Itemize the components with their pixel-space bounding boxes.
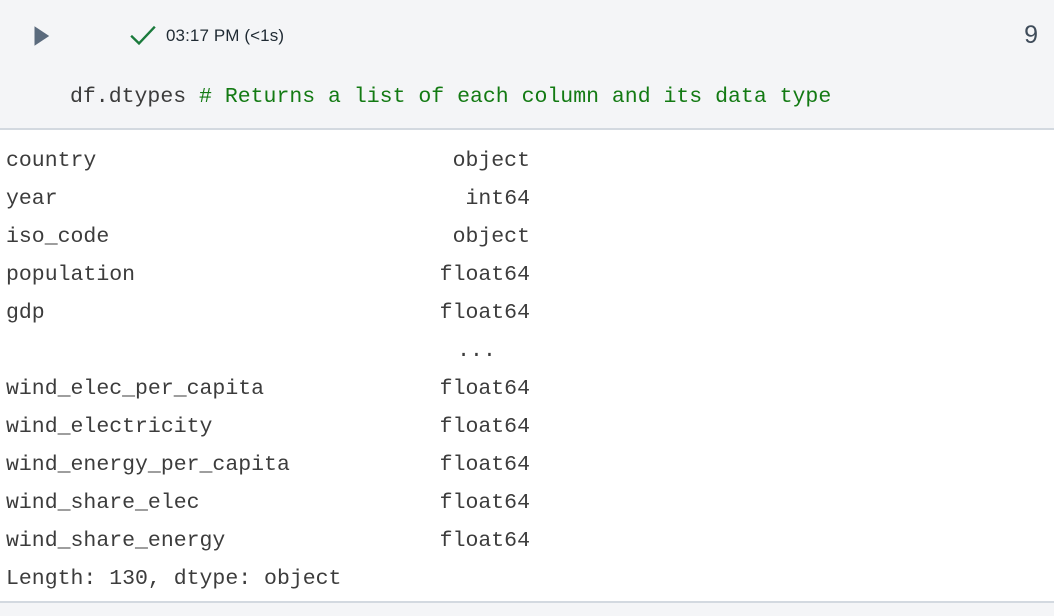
dtype-row-column-name: wind_share_energy	[6, 529, 226, 553]
dtype-row: gdp float64	[6, 294, 530, 332]
cell-output-area: country object year int64 iso_code object popu…	[0, 132, 1054, 601]
dtype-row-column-name: iso_code	[6, 225, 110, 249]
dtype-row: country object	[6, 142, 530, 180]
dtype-row-value: float64	[439, 301, 530, 325]
cell-source-code[interactable]: df.dtypes # Returns a list of each colum…	[70, 82, 831, 112]
dtype-row-truncation-ellipsis: ...	[457, 339, 496, 363]
cell-footer-divider	[0, 601, 1054, 616]
dtype-row-column-name: gdp	[6, 301, 45, 325]
dtype-row-column-name: wind_electricity	[6, 415, 213, 439]
dtypes-output: country object year int64 iso_code object popu…	[6, 142, 530, 598]
code-comment: # Returns a list of each column and its …	[199, 85, 832, 109]
cell-header: 03:17 PM (<1s) 9 df.dtypes # Returns a l…	[0, 0, 1054, 130]
dtype-row-value: object	[452, 225, 530, 249]
dtype-row: population float64	[6, 256, 530, 294]
dtype-row-column-name: population	[6, 263, 136, 287]
dtype-row: wind_share_energy float64	[6, 522, 530, 560]
cell-run-status-text: 03:17 PM (<1s)	[166, 26, 285, 45]
dtype-row-value: float64	[439, 263, 530, 287]
dtype-row: year int64	[6, 180, 530, 218]
notebook-cell: 03:17 PM (<1s) 9 df.dtypes # Returns a l…	[0, 0, 1054, 616]
dtype-row-column-name: wind_energy_per_capita	[6, 453, 290, 477]
dtype-row: wind_share_elec float64	[6, 484, 530, 522]
dtype-row: wind_energy_per_capita float64	[6, 446, 530, 484]
dtypes-output-summary: Length: 130, dtype: object	[6, 567, 342, 591]
run-cell-button[interactable]	[27, 21, 57, 51]
cell-execution-number: 9	[1024, 21, 1038, 49]
check-success-icon	[128, 22, 158, 50]
cell-status-bar: 03:17 PM (<1s) 9	[0, 0, 1054, 74]
dtype-row-value: float64	[439, 491, 530, 515]
dtype-row-column-name: year	[6, 187, 58, 211]
dtype-row: ...	[6, 332, 530, 370]
play-triangle-icon	[33, 25, 51, 47]
dtype-row-value: float64	[439, 415, 530, 439]
dtype-row-value: object	[452, 149, 530, 173]
dtype-row-column-name: wind_share_elec	[6, 491, 200, 515]
dtype-row-column-name: country	[6, 149, 97, 173]
dtype-row: iso_code object	[6, 218, 530, 256]
dtype-row-value: float64	[439, 453, 530, 477]
dtype-row-value: float64	[439, 529, 530, 553]
code-expression: df.dtypes	[70, 85, 200, 109]
dtype-row: wind_electricity float64	[6, 408, 530, 446]
dtype-row-value: float64	[439, 377, 530, 401]
dtype-row-column-name: wind_elec_per_capita	[6, 377, 265, 401]
dtype-row-value: int64	[465, 187, 530, 211]
dtype-row: wind_elec_per_capita float64	[6, 370, 530, 408]
